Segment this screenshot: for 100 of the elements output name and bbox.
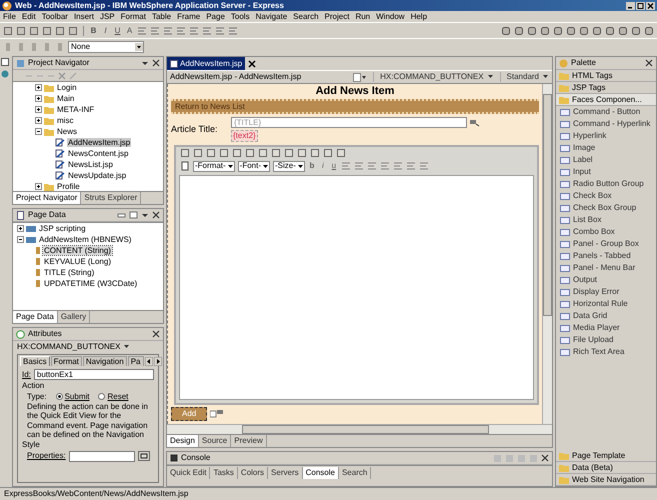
tree-item[interactable]: TITLE (String) bbox=[43, 268, 96, 278]
editor-dropdown[interactable]: -Font- bbox=[238, 160, 270, 172]
view-tab[interactable]: Design bbox=[167, 435, 199, 447]
menu-item[interactable]: Run bbox=[355, 12, 370, 22]
panel-tab[interactable]: Colors bbox=[238, 467, 268, 479]
editor-dropdown[interactable]: -Format- bbox=[193, 160, 235, 172]
palette-item[interactable]: Panel - Group Box bbox=[556, 238, 656, 250]
palette-item[interactable]: Image bbox=[556, 142, 656, 154]
format-button[interactable]: B bbox=[89, 26, 98, 36]
menu-item[interactable]: Window bbox=[376, 12, 405, 22]
menu-item[interactable]: Tools bbox=[230, 12, 250, 22]
panel-tab[interactable]: Page Data bbox=[13, 311, 58, 323]
tree-item[interactable]: UPDATETIME (W3CDate) bbox=[43, 278, 138, 288]
palette-item[interactable]: Check Box bbox=[556, 190, 656, 202]
expander-icon[interactable] bbox=[35, 95, 42, 102]
close-icon[interactable] bbox=[152, 59, 160, 67]
panel-tab[interactable]: Tasks bbox=[210, 467, 238, 479]
expander-icon[interactable] bbox=[35, 106, 42, 113]
tree-item[interactable]: NewsList.jsp bbox=[67, 160, 114, 170]
palette-item[interactable]: Command - Hyperlink bbox=[556, 118, 656, 130]
close-icon[interactable] bbox=[541, 454, 549, 462]
tree-item[interactable]: AddNewsItem (HBNEWS) bbox=[38, 234, 132, 244]
radio-label[interactable]: Submit bbox=[64, 392, 90, 402]
palette-item[interactable]: Label bbox=[556, 154, 656, 166]
return-link[interactable]: Return to News List bbox=[175, 102, 245, 112]
attribute-tab[interactable]: Pa bbox=[128, 356, 144, 366]
tree-item[interactable]: Main bbox=[56, 94, 76, 104]
format-button[interactable]: I bbox=[101, 26, 110, 36]
palette-item[interactable]: Panel - Menu Bar bbox=[556, 262, 656, 274]
panel-tab[interactable]: Console bbox=[302, 467, 339, 479]
scroll-left-icon[interactable] bbox=[144, 356, 153, 366]
close-icon[interactable] bbox=[645, 59, 653, 67]
id-field[interactable]: buttonEx1 bbox=[34, 369, 154, 380]
tree-item[interactable]: AddNewsItem.jsp bbox=[67, 138, 132, 148]
menu-item[interactable]: Help bbox=[410, 12, 428, 22]
format-button[interactable]: A bbox=[125, 26, 134, 36]
editor-dropdown[interactable]: -Size- bbox=[273, 160, 305, 172]
menu-item[interactable]: Project bbox=[324, 12, 350, 22]
menu-item[interactable]: Page bbox=[206, 12, 225, 22]
palette-item[interactable]: Media Player bbox=[556, 322, 656, 334]
palette-item[interactable]: Input bbox=[556, 166, 656, 178]
palette-drawer[interactable]: Page Template bbox=[556, 450, 656, 462]
menu-item[interactable]: Navigate bbox=[256, 12, 288, 22]
close-icon[interactable] bbox=[248, 60, 256, 68]
expander-icon[interactable] bbox=[35, 117, 42, 124]
attribute-tab[interactable]: Navigation bbox=[82, 356, 127, 366]
palette-drawer[interactable]: Web Site Navigation bbox=[556, 474, 656, 486]
tree-item[interactable]: JSP scripting bbox=[38, 224, 87, 234]
tree-item[interactable]: News bbox=[56, 126, 78, 136]
editor-tab[interactable]: AddNewsItem.jsp bbox=[167, 57, 246, 70]
expander-icon[interactable] bbox=[35, 183, 42, 190]
format-button[interactable]: i bbox=[318, 161, 327, 171]
palette-item[interactable]: File Upload bbox=[556, 334, 656, 346]
component-dropdown[interactable]: HX:COMMAND_BUTTONEX bbox=[13, 341, 163, 353]
palette-item[interactable]: Display Error bbox=[556, 286, 656, 298]
horizontal-scrollbar[interactable] bbox=[167, 424, 552, 434]
window-icon[interactable] bbox=[129, 211, 138, 219]
style-dropdown[interactable]: None bbox=[68, 40, 144, 52]
menu-item[interactable]: Toolbar bbox=[42, 12, 68, 22]
radio-button[interactable] bbox=[56, 392, 63, 400]
palette-item[interactable]: Panels - Tabbed bbox=[556, 250, 656, 262]
tree-item[interactable]: META-INF bbox=[56, 104, 96, 114]
palette-item[interactable]: Rich Text Area bbox=[556, 346, 656, 358]
panel-tab[interactable]: Gallery bbox=[58, 311, 90, 323]
scroll-right-icon[interactable] bbox=[154, 356, 162, 366]
panel-tab[interactable]: Project Navigator bbox=[13, 192, 82, 204]
menu-item[interactable]: Edit bbox=[22, 12, 36, 22]
palette-drawer[interactable]: Data (Beta) bbox=[556, 462, 656, 474]
radio-button[interactable] bbox=[98, 392, 106, 400]
palette-item[interactable]: Hyperlink bbox=[556, 130, 656, 142]
radio-label[interactable]: Reset bbox=[107, 392, 128, 402]
maximize-icon[interactable] bbox=[636, 2, 645, 10]
style-dropdown[interactable]: Standard bbox=[500, 72, 549, 82]
tree-item[interactable]: Login bbox=[56, 82, 78, 92]
close-icon[interactable] bbox=[152, 330, 160, 338]
page-dropdown-icon[interactable] bbox=[353, 72, 368, 82]
globe-icon[interactable] bbox=[1, 70, 9, 78]
attribute-tab[interactable]: Basics bbox=[20, 356, 50, 366]
menu-caret-icon[interactable] bbox=[141, 211, 149, 219]
format-button[interactable]: U bbox=[113, 26, 122, 36]
component-dropdown[interactable]: HX:COMMAND_BUTTONEX bbox=[373, 72, 494, 82]
menu-item[interactable]: Format bbox=[120, 12, 146, 22]
menu-caret-icon[interactable] bbox=[141, 59, 149, 67]
close-icon[interactable] bbox=[152, 211, 160, 219]
format-button[interactable]: b bbox=[308, 161, 316, 171]
palette-item[interactable]: Data Grid bbox=[556, 310, 656, 322]
tree-item[interactable]: KEYVALUE (Long) bbox=[43, 256, 112, 266]
menu-item[interactable]: File bbox=[3, 12, 16, 22]
menu-item[interactable]: Search bbox=[293, 12, 319, 22]
properties-field[interactable] bbox=[68, 450, 135, 462]
menu-item[interactable]: Frame bbox=[177, 12, 200, 22]
view-tab[interactable]: Source bbox=[198, 435, 232, 447]
expander-icon[interactable] bbox=[35, 128, 42, 135]
palette-item[interactable]: Combo Box bbox=[556, 226, 656, 238]
palette-drawer[interactable]: HTML Tags bbox=[556, 70, 656, 82]
palette-item[interactable]: Radio Button Group bbox=[556, 178, 656, 190]
expander-icon[interactable] bbox=[35, 84, 42, 91]
panel-tab[interactable]: Quick Edit bbox=[167, 467, 210, 479]
expander-icon[interactable] bbox=[17, 236, 24, 243]
tree-item[interactable]: misc bbox=[56, 116, 74, 126]
